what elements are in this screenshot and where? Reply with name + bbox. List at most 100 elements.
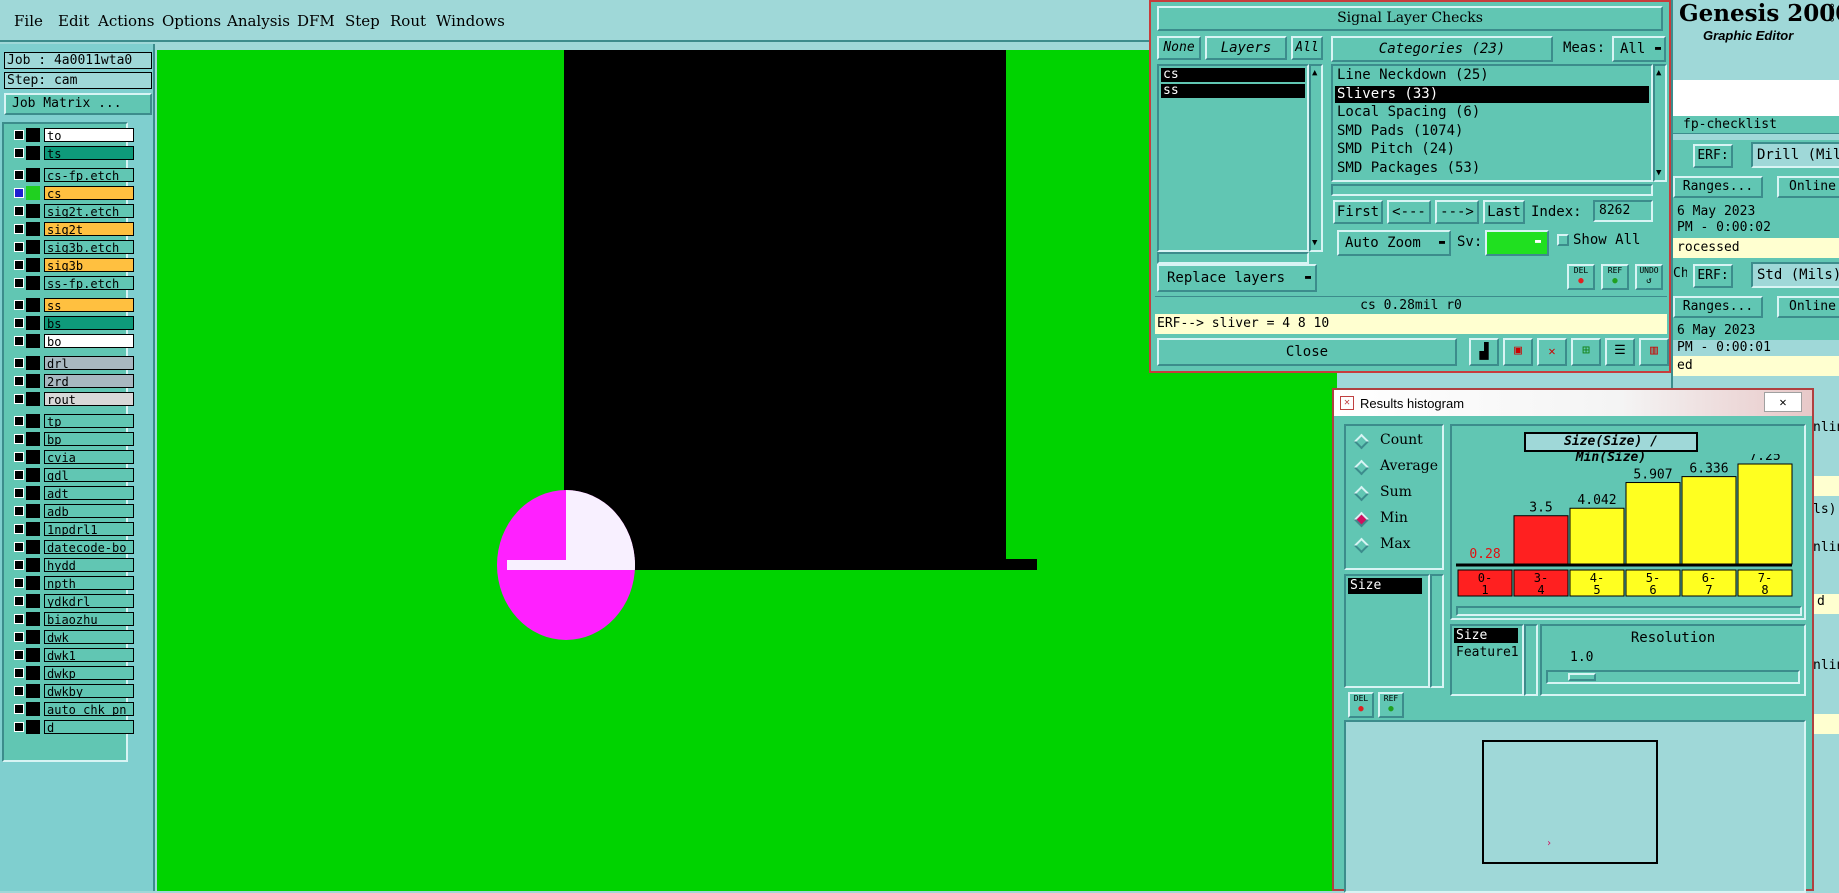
layer-row-hydd[interactable]: hydd [12,558,134,572]
layer-row-2rd[interactable]: 2rd [12,374,134,388]
layer-row-1npdrl1[interactable]: 1npdrl1 [12,522,134,536]
list-icon[interactable]: ☰ [1605,338,1635,366]
layer-name[interactable]: bo [44,334,134,348]
all-layers-button[interactable]: All [1291,36,1323,60]
layer-checkbox[interactable] [14,470,24,480]
layer-checkbox[interactable] [14,668,24,678]
menu-windows[interactable]: Windows [436,12,505,30]
layer-name[interactable]: d [44,720,134,734]
layer-row-bs[interactable]: bs [12,316,134,330]
layer-swatch[interactable] [26,558,40,572]
layer-swatch[interactable] [26,576,40,590]
layer-swatch[interactable] [26,630,40,644]
scroll-up-icon[interactable]: ▲ [1312,68,1317,78]
layer-swatch[interactable] [26,356,40,370]
erf-field-1[interactable]: Drill (Mil [1751,142,1839,168]
layer-name[interactable]: biaozhu [44,612,134,626]
radio-average[interactable]: Average [1353,458,1446,478]
layer-name[interactable]: gdl [44,468,134,482]
layer-row-dwkby[interactable]: dwkby [12,684,134,698]
layer-name[interactable]: auto_chk_pn [44,702,134,716]
layer-checkbox[interactable] [14,318,24,328]
none-button[interactable]: None [1157,36,1201,60]
layer-name[interactable]: sig3b.etch [44,240,134,254]
layer-row-dwk1[interactable]: dwk1 [12,648,134,662]
layer-checkbox[interactable] [14,704,24,714]
layer-swatch[interactable] [26,128,40,142]
layer-name[interactable]: ydkdrl [44,594,134,608]
layer-name[interactable]: cs [44,186,134,200]
layer-name[interactable]: hydd [44,558,134,572]
ref-button[interactable]: REF ● [1601,264,1629,290]
erf-button-2[interactable]: ERF: [1693,264,1733,288]
categories-button[interactable]: Categories (23) [1331,36,1553,62]
menu-edit[interactable]: Edit [58,12,89,30]
layer-row-tp[interactable]: tp [12,414,134,428]
compare-icon[interactable]: ⊞ [1571,338,1601,366]
layer-checkbox[interactable] [14,488,24,498]
layer-row-cvia[interactable]: cvia [12,450,134,464]
category-item[interactable]: Line Neckdown (25) [1335,67,1649,84]
layer-checkbox[interactable] [14,170,24,180]
category-list[interactable]: Line Neckdown (25) Slivers (33) Local Spac… [1331,64,1653,182]
close-button[interactable]: Close [1157,338,1457,366]
layer-select-list[interactable]: cs ss [1157,64,1309,252]
layer-swatch[interactable] [26,486,40,500]
scroll-down-icon[interactable]: ▼ [1656,168,1661,178]
layer-swatch[interactable] [26,222,40,236]
layer-name[interactable]: ss [44,298,134,312]
layer-row-cs-fp-etch[interactable]: cs-fp.etch [12,168,134,182]
layer-checkbox[interactable] [14,614,24,624]
layer-row-sig3b[interactable]: sig3b [12,258,134,272]
layer-swatch[interactable] [26,392,40,406]
scroll-up-icon[interactable]: ▲ [1656,68,1661,78]
hist-del-button[interactable]: DEL ● [1348,692,1374,718]
erase-icon[interactable]: ✕ [1537,338,1567,366]
layer-swatch[interactable] [26,334,40,348]
layer-row-sig2t[interactable]: sig2t [12,222,134,236]
layer-name[interactable]: dwkby [44,684,134,698]
layer-checkbox[interactable] [14,722,24,732]
histogram-icon[interactable]: ▥ [1639,338,1669,366]
attribute-item[interactable]: Feature1 [1454,645,1522,660]
layer-checkbox[interactable] [14,376,24,386]
layer-row-drl[interactable]: drl [12,356,134,370]
erf-field-2[interactable]: Std (Mils) [1751,262,1839,288]
layer-list-hscroll[interactable] [1157,252,1309,264]
layer-row-bo[interactable]: bo [12,334,134,348]
online-button-1[interactable]: Online [1777,176,1839,198]
layer-checkbox[interactable] [14,416,24,426]
category-item[interactable]: SMD Pitch (24) [1335,141,1649,158]
slider-thumb[interactable] [1568,673,1596,681]
layer-swatch[interactable] [26,450,40,464]
layer-name[interactable]: adb [44,504,134,518]
histogram-bar[interactable] [1569,507,1625,565]
layer-checkbox[interactable] [14,542,24,552]
layer-swatch[interactable] [26,612,40,626]
radio-sum[interactable]: Sum [1353,484,1446,504]
layer-checkbox[interactable] [14,188,24,198]
category-item[interactable]: SMD Pads (1074) [1335,123,1649,140]
menu-rout[interactable]: Rout [390,12,426,30]
job-matrix-button[interactable]: Job Matrix ... [4,93,152,115]
preview-thumbnail[interactable]: › [1482,740,1658,864]
layer-row-sig2t-etch[interactable]: sig2t.etch [12,204,134,218]
layer-row-adt[interactable]: adt [12,486,134,500]
undo-button[interactable]: UNDO ↺ [1635,264,1663,290]
meas-menu[interactable]: All ▬ [1612,36,1666,62]
layer-row-to[interactable]: to [12,128,134,142]
layer-name[interactable]: npth [44,576,134,590]
layer-swatch[interactable] [26,414,40,428]
layers-button[interactable]: Layers [1205,36,1287,60]
layer-name[interactable]: 2rd [44,374,134,388]
index-field[interactable]: 8262 [1593,200,1653,222]
attribute-list[interactable]: Size [1344,574,1430,688]
layer-swatch[interactable] [26,276,40,290]
category-hscroll[interactable] [1331,184,1653,196]
layer-swatch[interactable] [26,298,40,312]
layer-swatch[interactable] [26,522,40,536]
layer-row-adb[interactable]: adb [12,504,134,518]
histogram-bar[interactable] [1625,482,1681,565]
layer-checkbox[interactable] [14,632,24,642]
layer-row-cs[interactable]: cs [12,186,134,200]
